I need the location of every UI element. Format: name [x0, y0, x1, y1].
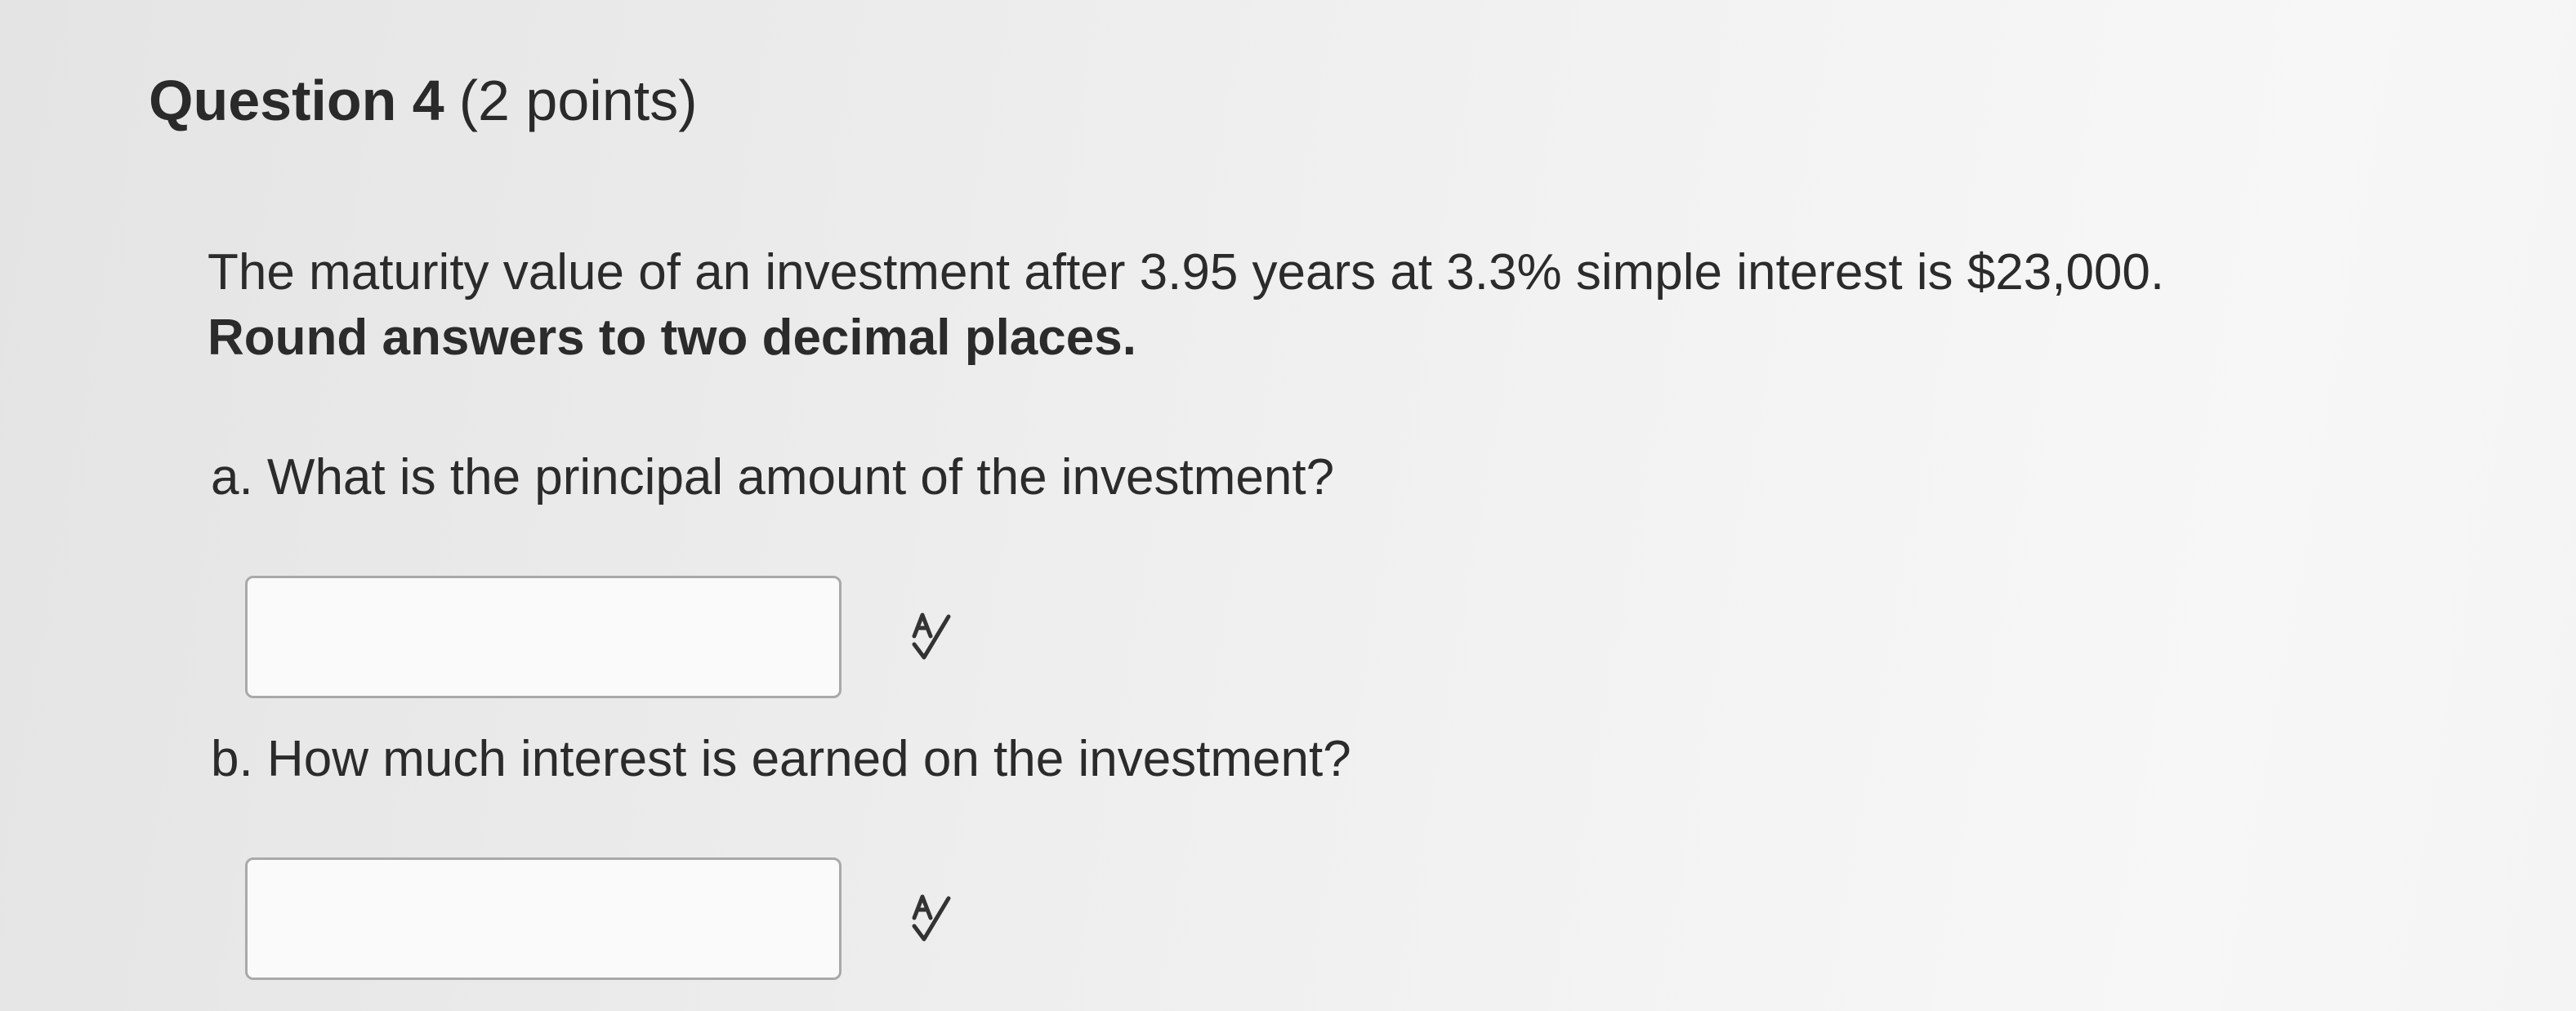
- stem-text: The maturity value of an investment afte…: [208, 244, 2165, 301]
- question-stem: The maturity value of an investment afte…: [208, 240, 2332, 371]
- part-a-answer-input[interactable]: [245, 576, 842, 698]
- spell-check-icon[interactable]: [903, 890, 960, 947]
- spell-check-icon[interactable]: [903, 608, 960, 666]
- question-number: Question 4: [149, 69, 444, 132]
- question-points: (2 points): [458, 69, 698, 132]
- stem-instruction: Round answers to two decimal places.: [208, 310, 1136, 366]
- part-a-label: a. What is the principal amount of the i…: [211, 449, 1335, 506]
- part-b-label: b. How much interest is earned on the in…: [211, 731, 1351, 787]
- part-b-answer-input[interactable]: [245, 857, 842, 980]
- question-title: Question 4 (2 points): [149, 64, 698, 137]
